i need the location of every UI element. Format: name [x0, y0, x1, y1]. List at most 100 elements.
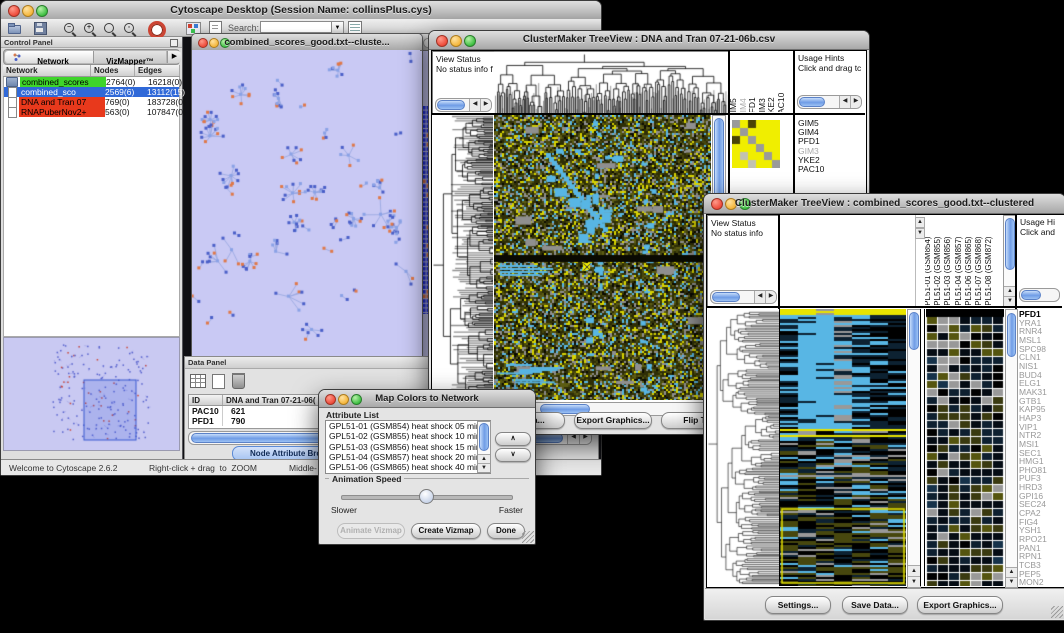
open-icon[interactable] — [7, 21, 21, 34]
search-input[interactable] — [260, 21, 332, 33]
scroll-up-icon[interactable]: ▲ — [1006, 567, 1017, 577]
tv2-column-labels-panel: GPL51-01 (GSM854)GPL51-02 (GSM855)GPL51-… — [925, 215, 1002, 305]
scrollbar-thumb[interactable] — [1021, 290, 1041, 300]
network-row[interactable]: DNA and Tran 07769(0)183728(0) — [4, 97, 179, 107]
tv1-col-label[interactable]: YKE2 — [766, 97, 776, 112]
column-edges[interactable]: Edges — [135, 65, 180, 76]
attribute-item[interactable]: GPL51-03 (GSM856) heat shock 15 min — [326, 442, 490, 452]
tv2-col-label[interactable]: GPL51-07 (GSM868) — [974, 236, 983, 305]
tv1-heatmap[interactable] — [494, 115, 711, 400]
view-status-hscrollbar[interactable]: ◀ ▶ — [710, 290, 777, 304]
scroll-down-icon[interactable]: ▼ — [915, 228, 925, 239]
new-attribute-icon[interactable] — [212, 374, 225, 389]
tv1-col-label[interactable]: GIM4 — [738, 98, 748, 112]
tv1-summary-matrix[interactable] — [732, 120, 780, 168]
tv1-row-label[interactable]: PAC10 — [796, 165, 864, 174]
column-network[interactable]: Network — [3, 65, 91, 76]
scroll-left-icon[interactable]: ◀ — [754, 291, 765, 303]
slider-thumb[interactable] — [419, 489, 434, 504]
usage-hints-hscrollbar[interactable] — [1019, 288, 1060, 302]
tv1-column-dendrogram[interactable] — [494, 51, 729, 115]
scroll-up-icon[interactable]: ▲ — [915, 217, 925, 228]
usage-hints-hscrollbar[interactable]: ◀ ▶ — [797, 95, 862, 109]
scroll-down-icon[interactable]: ▼ — [1006, 577, 1017, 587]
trash-icon[interactable] — [232, 374, 245, 389]
network-nodes-count: 2569(6) — [105, 87, 147, 97]
resize-grip[interactable] — [522, 531, 534, 543]
network-row[interactable]: RNAPuberNov2+563(0)107847(0) — [4, 107, 179, 117]
scroll-right-icon[interactable]: ▶ — [850, 96, 861, 108]
scrollbar-thumb[interactable] — [1005, 218, 1015, 270]
data-column-id[interactable]: ID — [189, 395, 223, 405]
tv2-genes-vscrollbar[interactable]: ▲ ▼ — [1005, 309, 1018, 588]
view-status-hscrollbar[interactable]: ◀ ▶ — [435, 98, 492, 112]
tv2-column-dendrogram-area[interactable] — [780, 215, 916, 306]
tv1-view-status-panel: View Status No status info f ◀ ▶ — [432, 51, 495, 115]
scrollbar-thumb[interactable] — [799, 97, 825, 107]
scrollbar-thumb[interactable] — [909, 312, 919, 350]
network-overview-canvas[interactable] — [4, 338, 179, 448]
tv1-col-label[interactable]: PFD1 — [747, 97, 757, 112]
move-up-button[interactable]: ∧ — [495, 432, 531, 446]
scrollbar-thumb[interactable] — [437, 100, 465, 110]
scroll-left-icon[interactable]: ◀ — [839, 96, 850, 108]
tv2-col-label[interactable]: GPL51-04 (GSM857) — [954, 236, 963, 305]
network-view-canvas[interactable] — [192, 50, 420, 362]
tv1-col-label[interactable]: GIM5 — [730, 98, 738, 112]
scrollbar-thumb[interactable] — [479, 423, 489, 451]
scroll-up-icon[interactable]: ▲ — [478, 454, 490, 463]
scroll-right-icon[interactable]: ▶ — [765, 291, 776, 303]
tv1-col-label[interactable]: GIM3 — [757, 98, 767, 112]
tv2-col-label[interactable]: GPL51-06 (GSM865) — [964, 236, 973, 305]
tv2-row-dendrogram[interactable] — [707, 309, 779, 586]
scroll-down-icon[interactable]: ▼ — [908, 576, 920, 587]
tv1-column-labels-panel: GIM5GIM4PFD1GIM3YKE2PAC10 — [730, 51, 791, 112]
scroll-right-icon[interactable]: ▶ — [480, 99, 491, 111]
tv2-col-label[interactable]: GPL51-01 (GSM854) — [925, 236, 932, 305]
gene-label[interactable]: MON2 — [1019, 578, 1064, 586]
zoom-selected-icon[interactable] — [104, 23, 114, 33]
network-row[interactable]: combined_scores2764(0)16218(0) — [4, 77, 179, 87]
animate-vizmap-button[interactable]: Animate Vizmap — [337, 523, 405, 539]
tv2-col-label[interactable]: GPL51-08 (GSM872) — [984, 236, 993, 305]
done-button[interactable]: Done — [487, 523, 525, 539]
tv1-row-dendrogram[interactable] — [432, 115, 493, 400]
export-graphics-button[interactable]: Export Graphics... — [917, 596, 1003, 614]
tv2-heatmap-vscrollbar[interactable]: ▲ ▼ — [907, 309, 921, 588]
scrollbar-thumb[interactable] — [1007, 313, 1016, 357]
tv2-col-label[interactable]: GPL51-03 (GSM856) — [943, 236, 952, 305]
tv1-export-graphics-button[interactable]: Export Graphics... — [574, 412, 652, 429]
tv1-col-label[interactable]: PAC10 — [776, 93, 786, 112]
move-down-button[interactable]: ∨ — [495, 448, 531, 462]
create-vizmap-button[interactable]: Create Vizmap — [411, 523, 481, 539]
scroll-up-icon[interactable]: ▲ — [908, 565, 920, 576]
scroll-left-icon[interactable]: ◀ — [469, 99, 480, 111]
network-row[interactable]: combined_sco2569(6)13112(15) — [4, 87, 179, 97]
zoom-fit-icon[interactable]: ▫ — [124, 23, 134, 33]
attribute-list-vscrollbar[interactable]: ▲ ▼ — [477, 421, 491, 473]
attribute-item[interactable]: GPL51-04 (GSM857) heat shock 20 min — [326, 452, 490, 462]
column-nodes[interactable]: Nodes — [91, 65, 135, 76]
save-icon[interactable] — [33, 21, 47, 34]
save-data-button[interactable]: Save Data... — [842, 596, 908, 614]
tv2-zoom-heatmap[interactable] — [926, 309, 1004, 586]
attribute-item[interactable]: GPL51-02 (GSM855) heat shock 10 min — [326, 431, 490, 441]
attribute-item[interactable]: GPL51-06 (GSM865) heat shock 40 min — [326, 462, 490, 472]
tab-vizmapper[interactable]: VizMapper™ — [94, 51, 166, 63]
zoom-in-icon[interactable]: + — [84, 23, 94, 33]
attribute-item[interactable]: GPL51-01 (GSM854) heat shock 05 min — [326, 421, 490, 431]
tab-overflow-icon[interactable]: ▶ — [167, 51, 181, 63]
tv2-heatmap[interactable] — [780, 309, 906, 586]
main-titlebar[interactable]: Cytoscape Desktop (Session Name: collins… — [1, 1, 601, 20]
float-panel-icon[interactable] — [170, 39, 178, 47]
settings-button[interactable]: Settings... — [765, 596, 831, 614]
zoom-out-icon[interactable]: − — [64, 23, 74, 33]
tab-network[interactable]: Network — [5, 51, 94, 63]
scroll-down-icon[interactable]: ▼ — [478, 463, 490, 472]
network-overview-panel[interactable] — [3, 337, 180, 451]
tv2-col-label[interactable]: GPL51-02 (GSM855) — [933, 236, 942, 305]
table-icon[interactable] — [190, 374, 206, 388]
window-title: Cytoscape Desktop (Session Name: collins… — [1, 4, 601, 16]
resize-grip[interactable] — [1051, 606, 1063, 618]
scrollbar-thumb[interactable] — [712, 292, 740, 302]
